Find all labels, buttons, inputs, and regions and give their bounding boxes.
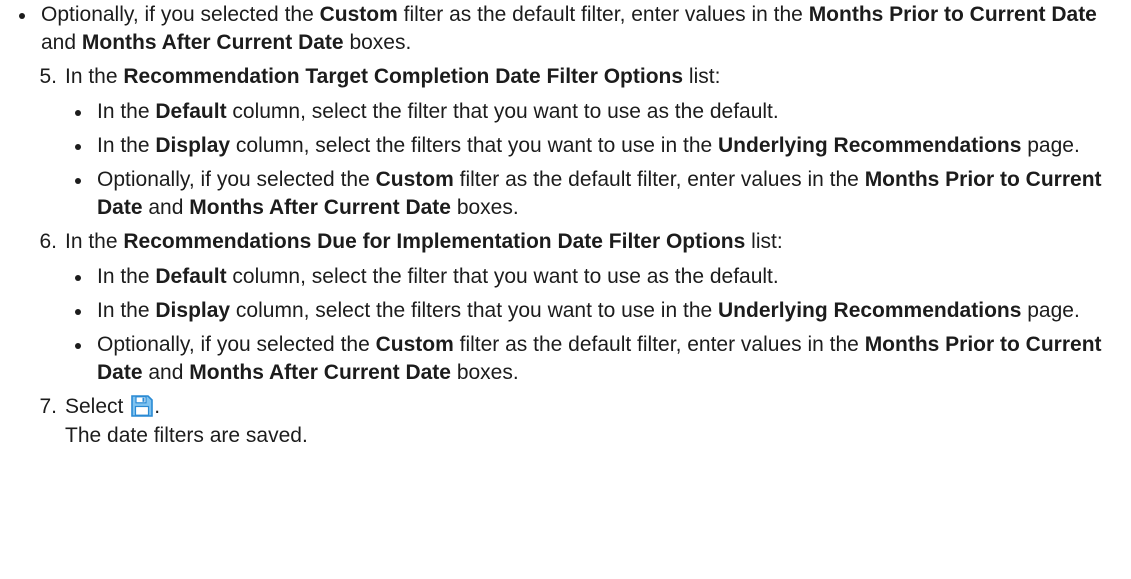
step-number: 7. xyxy=(39,395,57,418)
step-4-continued-bullets: Optionally, if you selected the Custom f… xyxy=(9,1,1131,57)
step-5-bullets: In the Default column, select the filter… xyxy=(65,98,1131,222)
bullet-text: Optionally, if you selected the xyxy=(97,168,376,191)
months-after-term: Months After Current Date xyxy=(81,31,344,54)
display-term: Display xyxy=(155,299,231,322)
bullet-custom-filter: Optionally, if you selected the Custom f… xyxy=(65,166,1131,222)
due-for-implementation-list-term: Recommendations Due for Implementation D… xyxy=(123,230,746,253)
months-after-term: Months After Current Date xyxy=(189,361,451,384)
bullet-text: and xyxy=(41,31,82,54)
step-5: 5. In the Recommendation Target Completi… xyxy=(9,63,1131,222)
display-term: Display xyxy=(155,134,231,157)
procedure-steps: 5. In the Recommendation Target Completi… xyxy=(9,63,1131,450)
step-tail: . xyxy=(154,395,161,418)
step-text: Select . xyxy=(65,393,1131,421)
bullet-text: column, select the filter that you want … xyxy=(226,100,779,123)
default-term: Default xyxy=(155,265,227,288)
bullet-text: and xyxy=(142,361,190,384)
custom-term: Custom xyxy=(319,3,398,26)
step-tail: list: xyxy=(683,65,721,88)
step-lead: Select xyxy=(65,395,130,418)
bullet-text: In the xyxy=(97,134,156,157)
bullet-text: filter as the default filter, enter valu… xyxy=(453,168,865,191)
bullet-default-column: In the Default column, select the filter… xyxy=(65,98,1131,126)
target-completion-list-term: Recommendation Target Completion Date Fi… xyxy=(123,65,684,88)
step-number: 6. xyxy=(39,230,57,253)
custom-term: Custom xyxy=(375,168,454,191)
bullet-text: In the xyxy=(97,265,156,288)
bullet-text: column, select the filter that you want … xyxy=(226,265,779,288)
step-text: In the Recommendation Target Completion … xyxy=(65,63,1131,91)
step-6-bullets: In the Default column, select the filter… xyxy=(65,263,1131,387)
step-6: 6. In the Recommendations Due for Implem… xyxy=(9,228,1131,387)
bullet-text: column, select the filters that you want… xyxy=(230,299,719,322)
bullet-default-column: In the Default column, select the filter… xyxy=(65,263,1131,291)
step-lead: In the xyxy=(65,65,124,88)
document-body: Optionally, if you selected the Custom f… xyxy=(0,0,1131,450)
save-icon xyxy=(130,394,154,418)
step-number: 5. xyxy=(39,65,57,88)
bullet-text: page. xyxy=(1021,134,1080,157)
bullet-text: Optionally, if you selected the xyxy=(41,3,320,26)
bullet-text: column, select the filters that you want… xyxy=(230,134,719,157)
default-term: Default xyxy=(155,100,227,123)
bullet-text: and xyxy=(142,196,190,219)
step-result: The date filters are saved. xyxy=(65,424,308,447)
step-tail: list: xyxy=(745,230,783,253)
step-text: In the Recommendations Due for Implement… xyxy=(65,228,1131,256)
bullet-text: filter as the default filter, enter valu… xyxy=(397,3,809,26)
underlying-recommendations-term: Underlying Recommendations xyxy=(718,134,1022,157)
bullet-text: boxes. xyxy=(450,361,519,384)
step-7: 7. Select . The date filters are saved. xyxy=(9,393,1131,450)
bullet-text: In the xyxy=(97,299,156,322)
bullet-custom-filter: Optionally, if you selected the Custom f… xyxy=(65,331,1131,387)
bullet-custom-filter: Optionally, if you selected the Custom f… xyxy=(9,1,1131,57)
step-lead: In the xyxy=(65,230,124,253)
bullet-text: filter as the default filter, enter valu… xyxy=(453,333,865,356)
custom-term: Custom xyxy=(375,333,454,356)
bullet-text: boxes. xyxy=(450,196,519,219)
bullet-display-column: In the Display column, select the filter… xyxy=(65,132,1131,160)
bullet-text: Optionally, if you selected the xyxy=(97,333,376,356)
underlying-recommendations-term: Underlying Recommendations xyxy=(718,299,1022,322)
bullet-text: In the xyxy=(97,100,156,123)
months-after-term: Months After Current Date xyxy=(189,196,451,219)
bullet-text: page. xyxy=(1021,299,1080,322)
months-prior-term: Months Prior to Current Date xyxy=(808,3,1097,26)
bullet-display-column: In the Display column, select the filter… xyxy=(65,297,1131,325)
bullet-text: boxes. xyxy=(343,31,412,54)
